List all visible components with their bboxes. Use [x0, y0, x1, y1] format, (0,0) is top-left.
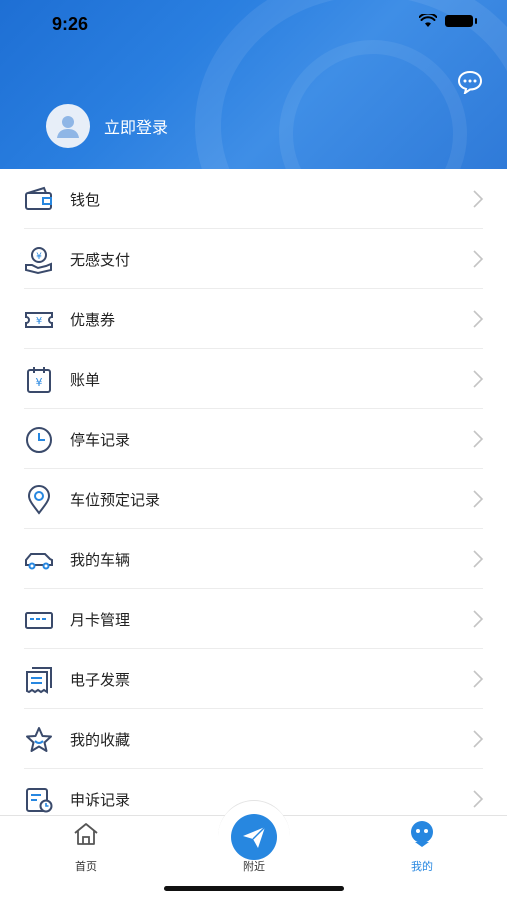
chevron-right-icon — [473, 430, 484, 448]
menu-item-e-invoice[interactable]: 电子发票 — [0, 649, 507, 709]
menu-item-coupon[interactable]: ¥ 优惠券 — [0, 289, 507, 349]
appeal-record-icon — [26, 788, 53, 813]
card-icon — [25, 612, 53, 629]
nearby-button — [231, 814, 277, 860]
wifi-icon — [419, 14, 437, 27]
menu-item-monthly-card[interactable]: 月卡管理 — [0, 589, 507, 649]
avatar — [46, 104, 90, 148]
coupon-icon: ¥ — [25, 312, 53, 328]
tab-nearby[interactable]: 附近 — [194, 814, 314, 886]
status-bar: 9:26 — [0, 0, 507, 48]
home-indicator — [164, 886, 344, 891]
menu-item-label: 钱包 — [70, 191, 101, 209]
chevron-right-icon — [473, 790, 484, 808]
menu-item-label: 月卡管理 — [70, 611, 131, 629]
hand-payment-icon: ¥ — [25, 247, 52, 275]
chevron-right-icon — [473, 370, 484, 388]
tab-mine-label: 我的 — [411, 861, 433, 873]
login-button[interactable]: 立即登录 — [46, 104, 168, 148]
car-icon — [25, 553, 53, 570]
clock-icon — [26, 427, 52, 453]
login-label: 立即登录 — [104, 120, 169, 137]
invoice-icon — [26, 667, 52, 694]
menu-item-my-vehicles[interactable]: 我的车辆 — [0, 529, 507, 589]
star-icon — [26, 727, 52, 752]
menu-item-favorites[interactable]: 我的收藏 — [0, 709, 507, 769]
menu-item-label: 无感支付 — [70, 251, 131, 269]
svg-text:¥: ¥ — [36, 252, 42, 262]
chat-bubble-icon — [457, 70, 483, 96]
menu-item-parking-record[interactable]: 停车记录 — [0, 409, 507, 469]
mine-face-icon — [411, 821, 433, 847]
menu-item-label: 我的车辆 — [70, 551, 131, 569]
menu-item-label: 我的收藏 — [70, 731, 131, 749]
chevron-right-icon — [473, 610, 484, 628]
chevron-right-icon — [473, 730, 484, 748]
location-pin-icon — [27, 485, 51, 515]
profile-header: 9:26 立即登录 — [0, 0, 507, 169]
paper-plane-icon — [243, 826, 266, 848]
svg-text:¥: ¥ — [36, 316, 42, 327]
menu-item-wallet[interactable]: 钱包 — [0, 169, 507, 229]
tab-home-label: 首页 — [75, 861, 97, 873]
menu-item-label: 申诉记录 — [70, 791, 131, 809]
menu-list: 钱包 ¥ 无感支付 ¥ 优惠券 ¥ 账单 停车记录 车位预定记录 我的车辆 月卡… — [0, 169, 507, 829]
battery-icon — [445, 15, 477, 27]
chevron-right-icon — [473, 670, 484, 688]
tab-mine[interactable]: 我的 — [362, 816, 482, 886]
message-button[interactable] — [457, 70, 483, 96]
menu-item-label: 停车记录 — [70, 431, 131, 449]
chevron-right-icon — [473, 190, 484, 208]
wallet-icon — [25, 186, 52, 210]
chevron-right-icon — [473, 490, 484, 508]
tab-nearby-label: 附近 — [243, 861, 265, 873]
menu-item-label: 账单 — [70, 371, 101, 389]
menu-item-label: 车位预定记录 — [70, 491, 161, 509]
home-icon — [74, 823, 98, 845]
chevron-right-icon — [473, 310, 484, 328]
bill-icon: ¥ — [27, 367, 51, 393]
status-icons — [419, 14, 477, 28]
tab-home[interactable]: 首页 — [26, 816, 146, 886]
chevron-right-icon — [473, 250, 484, 268]
status-time: 9:26 — [52, 14, 89, 34]
user-icon — [57, 116, 79, 138]
menu-item-bill[interactable]: ¥ 账单 — [0, 349, 507, 409]
svg-text:¥: ¥ — [36, 376, 43, 389]
menu-item-senseless-payment[interactable]: ¥ 无感支付 — [0, 229, 507, 289]
menu-item-reservation-record[interactable]: 车位预定记录 — [0, 469, 507, 529]
menu-item-label: 电子发票 — [70, 671, 131, 689]
menu-item-label: 优惠券 — [70, 311, 116, 329]
chevron-right-icon — [473, 550, 484, 568]
